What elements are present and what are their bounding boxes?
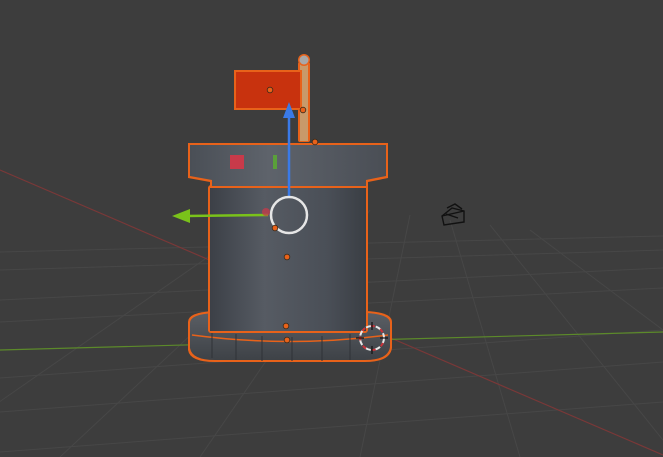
- camera-icon[interactable]: [441, 203, 465, 226]
- gizmo-handle-dot[interactable]: [262, 208, 270, 216]
- green-decal: [273, 155, 277, 169]
- 3d-viewport[interactable]: [0, 0, 663, 457]
- red-decal: [230, 155, 244, 169]
- scene-canvas[interactable]: [0, 0, 663, 457]
